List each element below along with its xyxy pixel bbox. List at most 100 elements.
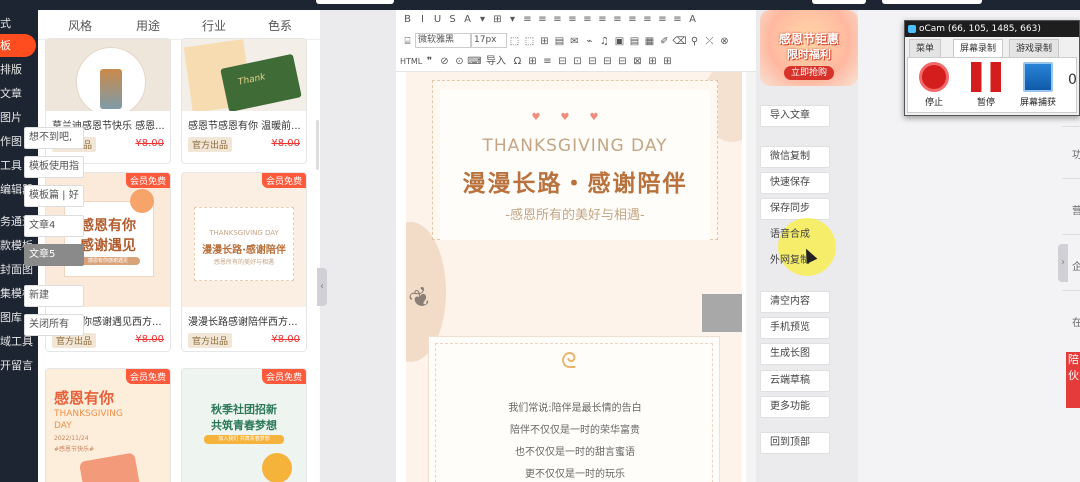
line-height-icon[interactable]: ≡ xyxy=(610,14,625,25)
dropdown-icon[interactable]: ▾ xyxy=(475,14,490,25)
letter-spacing-icon[interactable]: ≡ xyxy=(670,14,685,25)
promo-buy-button[interactable]: 立即抢购 xyxy=(784,66,834,80)
frame-icon[interactable]: ⊟ xyxy=(555,56,570,67)
article-tab[interactable]: 模板使用指 xyxy=(24,156,84,178)
ocam-tab-menu[interactable]: 菜单 xyxy=(909,39,942,57)
dropdown-icon[interactable]: ▾ xyxy=(505,14,520,25)
import-button[interactable]: 导入 xyxy=(482,52,510,67)
new-article-button[interactable]: 新建 xyxy=(24,285,84,307)
frame-icon[interactable]: ⊞ xyxy=(645,56,660,67)
outdent-icon[interactable]: ≡ xyxy=(595,14,610,25)
background-color-icon[interactable]: ⊞ xyxy=(490,14,505,25)
ocam-capture-button[interactable]: 屏幕捕获 xyxy=(1016,62,1060,108)
article-tab-active[interactable]: 文章5 xyxy=(24,244,84,266)
bold-icon[interactable]: B xyxy=(400,14,415,25)
side-label[interactable]: 营 xyxy=(1072,202,1080,217)
omega-icon[interactable]: Ω xyxy=(510,56,525,67)
save-sync-button[interactable]: 保存同步 xyxy=(760,198,830,220)
promo-banner[interactable]: 感恩节钜惠 限时福利 立即抢购 xyxy=(760,10,858,86)
grid-icon[interactable]: ▦ xyxy=(642,36,657,47)
nav-item[interactable]: 图片 xyxy=(0,106,38,129)
box-icon[interactable]: ⬚ xyxy=(522,36,537,47)
red-side-banner[interactable]: 陪 伙 xyxy=(1066,352,1080,408)
collapse-left-handle[interactable]: ‹ xyxy=(317,268,327,306)
frame-icon[interactable]: ⊟ xyxy=(585,56,600,67)
nav-item[interactable]: 开留言 xyxy=(0,354,38,377)
mail-icon[interactable]: ✉ xyxy=(567,36,582,47)
frame-icon[interactable]: ⊠ xyxy=(630,56,645,67)
template-card[interactable]: Thank 感恩节感恩有你 温暖前... 官方出品 ¥8.00 xyxy=(181,38,307,164)
search-icon[interactable]: ⚲ xyxy=(687,36,702,47)
template-card[interactable]: 会员免费 THANKSGIVING DAY 漫漫长路·感谢陪伴 感恩所有的美好与… xyxy=(181,172,307,352)
clear-content-button[interactable]: 清空内容 xyxy=(760,291,830,313)
tab-color[interactable]: 色系 xyxy=(268,17,292,34)
video-icon[interactable]: ▣ xyxy=(612,36,627,47)
panel-scrollbar[interactable] xyxy=(316,120,319,170)
quick-save-button[interactable]: 快速保存 xyxy=(760,172,830,194)
mobile-preview-button[interactable]: 手机预览 xyxy=(760,317,830,339)
emoji-icon[interactable]: ⊙ xyxy=(452,56,467,67)
ordered-list-icon[interactable]: ≡ xyxy=(625,14,640,25)
keyboard-icon[interactable]: ⌨ xyxy=(467,56,482,67)
template-card[interactable]: 会员免费 感恩有你 THANKSGIVING DAY 2022/11/24 #感… xyxy=(45,368,171,482)
link-icon[interactable]: ⌁ xyxy=(582,36,597,47)
side-label[interactable]: 在 xyxy=(1072,314,1080,329)
unlink-icon[interactable]: ⊘ xyxy=(437,56,452,67)
align-center-icon[interactable]: ≡ xyxy=(535,14,550,25)
image-icon[interactable]: ▤ xyxy=(552,36,567,47)
tab-industry[interactable]: 行业 xyxy=(202,17,226,34)
layout-icon[interactable]: ▤ xyxy=(627,36,642,47)
external-copy-button[interactable]: 外网复制 xyxy=(760,250,830,272)
article-tab[interactable]: 模板篇 | 好 xyxy=(24,185,84,207)
long-image-button[interactable]: 生成长图 xyxy=(760,343,830,365)
edit-icon[interactable]: ✐ xyxy=(657,36,672,47)
text-format-icon[interactable]: A xyxy=(685,14,700,25)
eraser-icon[interactable]: ⌫ xyxy=(672,36,687,47)
import-article-button[interactable]: 导入文章 xyxy=(760,105,830,127)
more-icon[interactable]: ⊗ xyxy=(717,36,732,47)
ocam-stop-button[interactable]: 停止 xyxy=(912,62,956,108)
tab-style[interactable]: 风格 xyxy=(68,17,92,34)
editor-canvas[interactable]: ♥♥♥ THANKSGIVING DAY 漫漫长路・感谢陪伴 -感恩所有的美好与… xyxy=(396,72,756,482)
paragraph-icon[interactable]: ≡ xyxy=(540,56,555,67)
ocam-window[interactable]: oCam (66, 105, 1485, 663) 菜单 屏幕录制 游戏录制 停… xyxy=(904,20,1080,116)
nav-item[interactable]: 文章 xyxy=(0,82,38,105)
ocam-pause-button[interactable]: 暂停 xyxy=(964,62,1008,108)
table-icon[interactable]: ⊞ xyxy=(537,36,552,47)
paragraph-spacing-icon[interactable]: ≡ xyxy=(655,14,670,25)
more-features-button[interactable]: 更多功能 xyxy=(760,396,830,418)
align-left-icon[interactable]: ≡ xyxy=(520,14,535,25)
font-color-icon[interactable]: A xyxy=(460,14,475,25)
quote-icon[interactable]: ❞ xyxy=(422,56,437,67)
underline-icon[interactable]: U xyxy=(430,14,445,25)
indent-icon[interactable]: ≡ xyxy=(580,14,595,25)
ocam-tab-screen-record[interactable]: 屏幕录制 xyxy=(953,39,1004,57)
tab-usage[interactable]: 用途 xyxy=(136,17,160,34)
frame-icon[interactable]: ⊞ xyxy=(660,56,675,67)
article-tab[interactable]: 文章4 xyxy=(24,215,84,237)
ocam-titlebar[interactable]: oCam (66, 105, 1485, 663) xyxy=(905,21,1079,37)
article-tab[interactable]: 想不到吧, xyxy=(24,127,84,149)
unordered-list-icon[interactable]: ≡ xyxy=(640,14,655,25)
insert-table-icon[interactable]: ⊞ xyxy=(525,56,540,67)
template-card[interactable]: 会员免费 秋季社团招新 共筑青春梦想 加入我们 共筑青春梦想 xyxy=(181,368,307,482)
align-right-icon[interactable]: ≡ xyxy=(550,14,565,25)
wechat-copy-button[interactable]: 微信复制 xyxy=(760,146,830,168)
font-family-select[interactable]: 微软雅黑 xyxy=(415,33,471,48)
music-icon[interactable]: ♫ xyxy=(597,36,612,47)
article-document[interactable]: ♥♥♥ THANKSGIVING DAY 漫漫长路・感谢陪伴 -感恩所有的美好与… xyxy=(406,72,742,482)
page-icon[interactable]: ⌸ xyxy=(400,36,415,47)
strikethrough-icon[interactable]: S xyxy=(445,14,460,25)
close-all-button[interactable]: 关闭所有 xyxy=(24,314,84,336)
editor-scrollbar[interactable] xyxy=(746,72,756,482)
speech-synthesis-button[interactable]: 语音合成 xyxy=(760,224,830,246)
nav-item-active[interactable]: 板 xyxy=(0,34,36,57)
html-source-button[interactable]: HTML xyxy=(400,57,422,66)
frame-icon[interactable]: ⊟ xyxy=(600,56,615,67)
side-label[interactable]: 企 xyxy=(1072,258,1080,273)
italic-icon[interactable]: I xyxy=(415,14,430,25)
format-painter-icon[interactable]: ⬚ xyxy=(507,36,522,47)
frame-icon[interactable]: ⊡ xyxy=(570,56,585,67)
cloud-draft-button[interactable]: 云端草稿 xyxy=(760,370,830,392)
collapse-right-handle[interactable]: › xyxy=(1058,244,1068,282)
